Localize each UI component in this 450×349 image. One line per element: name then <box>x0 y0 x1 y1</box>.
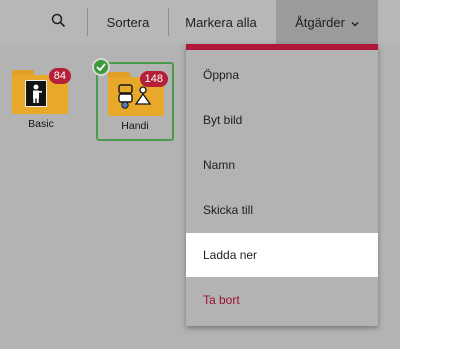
folder-handi[interactable]: 148 Handi <box>92 58 174 141</box>
menu-item-rename[interactable]: Namn <box>186 143 378 187</box>
actions-button[interactable]: Åtgärder <box>276 0 378 44</box>
menu-accent-bar <box>186 44 378 50</box>
app-window: Sortera Markera alla Åtgärder 84 Basic 1… <box>0 0 400 349</box>
search-button[interactable] <box>40 0 76 44</box>
toolbar: Sortera Markera alla Åtgärder <box>0 0 400 44</box>
menu-item-open[interactable]: Öppna <box>186 53 378 97</box>
mark-all-button-label: Markera alla <box>185 14 257 30</box>
item-count-badge: 148 <box>139 71 168 87</box>
mark-all-button[interactable]: Markera alla <box>169 0 273 44</box>
actions-menu: Öppna Byt bild Namn Skicka till Ladda ne… <box>186 44 378 326</box>
folder-label: Handi <box>121 120 149 132</box>
sort-button-label: Sortera <box>106 14 150 30</box>
sort-button[interactable]: Sortera <box>88 0 168 44</box>
folder-basic[interactable]: 84 Basic <box>2 62 80 140</box>
menu-item-change-image[interactable]: Byt bild <box>186 98 378 142</box>
menu-item-label: Öppna <box>203 68 240 82</box>
menu-item-download[interactable]: Ladda ner <box>186 233 378 277</box>
folder-icon: 148 <box>108 71 168 116</box>
folder-icon: 84 <box>12 68 71 114</box>
menu-item-send-to[interactable]: Skicka till <box>186 188 378 232</box>
menu-item-label: Namn <box>203 158 236 172</box>
menu-item-label: Skicka till <box>203 203 254 217</box>
folder-label: Basic <box>28 118 54 130</box>
menu-item-label: Ladda ner <box>203 248 258 262</box>
page-background <box>400 0 450 349</box>
menu-item-delete[interactable]: Ta bort <box>186 278 378 322</box>
item-count-badge: 84 <box>48 68 71 84</box>
menu-item-label: Ta bort <box>203 293 240 307</box>
menu-item-label: Byt bild <box>203 113 243 127</box>
actions-button-label: Åtgärder <box>295 14 345 30</box>
search-icon <box>51 13 66 31</box>
person-pictogram-icon <box>25 80 47 107</box>
chevron-down-icon <box>351 15 359 30</box>
